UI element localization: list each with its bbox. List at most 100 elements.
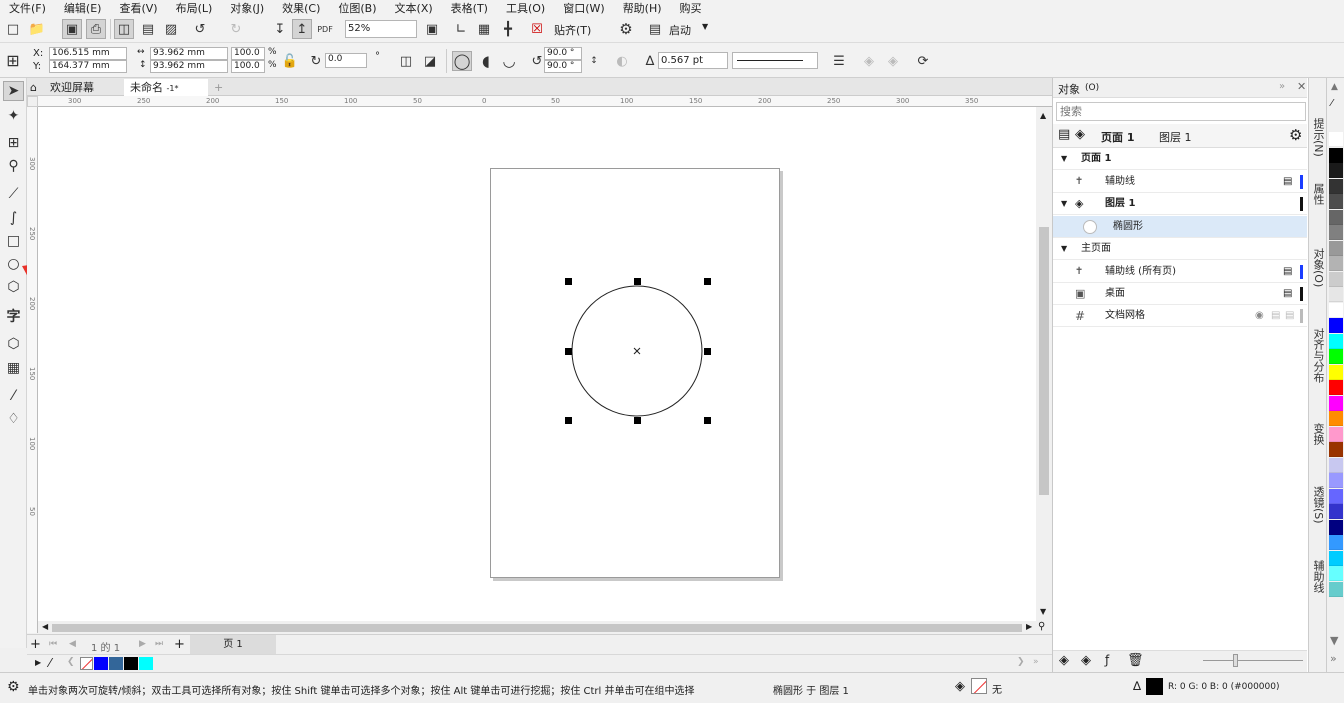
print-toggle-icon[interactable]: ▤ bbox=[1271, 305, 1280, 327]
palette-swatch[interactable] bbox=[1329, 473, 1343, 488]
interactive-fill-tool-icon[interactable]: ♢ bbox=[3, 409, 24, 429]
lock-icon[interactable]: ▤ bbox=[1285, 305, 1294, 327]
line-style-select[interactable] bbox=[732, 52, 818, 69]
fill-bucket-icon[interactable]: ◈ bbox=[955, 679, 965, 694]
first-page-icon[interactable]: ⏮ bbox=[49, 639, 57, 649]
shape-tool-icon[interactable]: ✦ bbox=[3, 106, 24, 126]
vertical-scroll-thumb[interactable] bbox=[1039, 227, 1049, 495]
start-angle-input[interactable]: 90.0 ° bbox=[544, 47, 582, 60]
new-master-layer-icon[interactable]: ◈ bbox=[1081, 653, 1091, 668]
palette-more-icon[interactable]: » bbox=[1033, 657, 1039, 667]
palette-swatch[interactable] bbox=[1329, 442, 1343, 457]
menu-item-6[interactable]: 位图(B) bbox=[329, 0, 385, 16]
rotation-input[interactable]: 0.0 bbox=[325, 53, 367, 68]
palette-swatch[interactable] bbox=[1329, 178, 1343, 194]
add-tab-button[interactable]: + bbox=[208, 79, 226, 96]
palette-swatch[interactable] bbox=[1329, 535, 1343, 550]
document-swatch[interactable] bbox=[124, 657, 138, 670]
pdf-export-icon[interactable]: PDF bbox=[315, 19, 335, 39]
menu-item-7[interactable]: 文本(X) bbox=[386, 0, 442, 16]
side-tab-3[interactable]: 对齐与分布 bbox=[1310, 328, 1326, 383]
lock-icon[interactable]: ▤ bbox=[1283, 261, 1292, 283]
menu-item-12[interactable]: 购买 bbox=[671, 0, 711, 16]
palette-swatch[interactable] bbox=[1329, 380, 1343, 395]
arc-direction-icon[interactable]: ◐ bbox=[612, 51, 632, 71]
snap-off-icon[interactable]: ☒ bbox=[527, 19, 547, 39]
document-page[interactable] bbox=[490, 168, 780, 578]
visibility-icon[interactable]: ◉ bbox=[1255, 305, 1264, 327]
outline-color-swatch[interactable] bbox=[1146, 678, 1163, 695]
selection-handle-bl[interactable] bbox=[565, 417, 572, 424]
redo-icon[interactable]: ↻ bbox=[226, 19, 246, 39]
import-icon[interactable]: ◫ bbox=[114, 19, 134, 39]
mirror-horizontal-icon[interactable]: ◫ bbox=[396, 51, 416, 71]
add-page-before-button[interactable]: + bbox=[30, 637, 41, 652]
palette-swatch[interactable] bbox=[1329, 225, 1343, 240]
drawing-canvas[interactable] bbox=[38, 107, 1036, 621]
3d-effects-tool-icon[interactable]: ⬡ bbox=[3, 334, 24, 354]
selection-handle-br[interactable] bbox=[704, 417, 711, 424]
rotate-icon[interactable]: ↻ bbox=[306, 51, 326, 71]
previous-page-icon[interactable]: ◀ bbox=[69, 639, 76, 649]
palette-swatch[interactable] bbox=[1329, 550, 1343, 566]
document-swatch[interactable] bbox=[139, 657, 153, 670]
pick-tool-icon[interactable]: ➤ bbox=[3, 81, 24, 101]
palette-swatch[interactable] bbox=[1329, 457, 1343, 473]
status-settings-gear-icon[interactable]: ⚙ bbox=[7, 679, 20, 695]
palette-swatch[interactable] bbox=[1329, 302, 1343, 318]
palette-swatch[interactable] bbox=[1329, 194, 1343, 209]
tree-row-page-1[interactable]: ▼ 页面 1 bbox=[1053, 148, 1307, 170]
rectangle-tool-icon[interactable]: □ bbox=[3, 231, 24, 251]
scroll-right-icon[interactable]: ▶ bbox=[1026, 622, 1032, 631]
page-view-icon[interactable]: ▤ bbox=[1058, 127, 1070, 142]
palette-scroll-right-icon[interactable]: ❯ bbox=[1017, 657, 1025, 667]
save-icon[interactable]: ▣ bbox=[62, 19, 82, 39]
palette-expand-icon[interactable]: » bbox=[1330, 652, 1337, 665]
zoom-tool-icon[interactable]: ⚲ bbox=[3, 156, 24, 176]
launch-menu[interactable]: 启动 bbox=[669, 22, 691, 38]
options-gear-icon[interactable]: ⚙ bbox=[616, 19, 636, 39]
lock-icon[interactable]: ▤ bbox=[1283, 283, 1292, 305]
palette-swatch[interactable] bbox=[1329, 209, 1343, 225]
full-screen-icon[interactable]: ▣ bbox=[422, 19, 442, 39]
outline-pen-icon[interactable]: ∆ bbox=[1133, 679, 1141, 693]
tree-row-document-grid[interactable]: # 文档网格 ◉ ▤ ▤ bbox=[1053, 305, 1307, 327]
tree-row-master-page[interactable]: ▼ 主页面 bbox=[1053, 238, 1307, 260]
new-document-icon[interactable]: □ bbox=[3, 19, 23, 39]
text-tool-icon[interactable]: 字 bbox=[3, 306, 24, 326]
document-swatch[interactable] bbox=[94, 657, 108, 670]
palette-swatch[interactable] bbox=[1329, 581, 1343, 597]
scale-width-input[interactable]: 100.0 bbox=[231, 47, 265, 60]
menu-item-11[interactable]: 帮助(H) bbox=[614, 0, 671, 16]
palette-swatch[interactable] bbox=[1329, 395, 1343, 411]
palette-swatch[interactable] bbox=[1329, 163, 1343, 178]
palette-swatch[interactable] bbox=[1329, 256, 1343, 271]
pie-mode-icon[interactable]: ◖ bbox=[476, 51, 496, 71]
eyedropper-tool-icon[interactable]: ⁄ bbox=[3, 386, 24, 406]
print-icon[interactable]: ⎙ bbox=[86, 19, 106, 39]
scroll-left-icon[interactable]: ◀ bbox=[42, 622, 48, 631]
palette-swatch[interactable] bbox=[1329, 426, 1343, 442]
menu-item-2[interactable]: 查看(V) bbox=[110, 0, 166, 16]
menu-item-10[interactable]: 窗口(W) bbox=[554, 0, 613, 16]
selection-handle-tl[interactable] bbox=[565, 278, 572, 285]
mirror-vertical-icon[interactable]: ◪ bbox=[420, 51, 440, 71]
side-tab-1[interactable]: 属性 bbox=[1310, 183, 1326, 205]
palette-swatch[interactable] bbox=[1329, 271, 1343, 287]
end-angle-input[interactable]: 90.0 ° bbox=[544, 60, 582, 73]
import-arrow-icon[interactable]: ↧ bbox=[270, 19, 290, 39]
slider-thumb[interactable] bbox=[1233, 654, 1238, 667]
launch-icon[interactable]: ▤ bbox=[645, 19, 665, 39]
tree-row-desktop[interactable]: ▣ 桌面 ▤ bbox=[1053, 283, 1307, 305]
arc-mode-icon[interactable]: ◡ bbox=[499, 51, 519, 71]
docker-collapse-icon[interactable]: » bbox=[1279, 81, 1285, 92]
tab-untitled-document[interactable]: 未命名 -1* bbox=[124, 79, 208, 96]
lock-icon[interactable]: ▤ bbox=[1283, 171, 1292, 193]
palette-swatch[interactable] bbox=[1329, 147, 1343, 163]
side-tab-6[interactable]: 辅助线 bbox=[1310, 560, 1326, 593]
artistic-media-tool-icon[interactable]: ∫ bbox=[3, 208, 24, 228]
swatch-none[interactable] bbox=[80, 657, 93, 670]
palette-swatch[interactable] bbox=[1329, 411, 1343, 426]
lock-ratio-icon[interactable]: 🔓 bbox=[280, 51, 300, 71]
chevron-down-icon[interactable]: ▼ bbox=[702, 22, 708, 31]
